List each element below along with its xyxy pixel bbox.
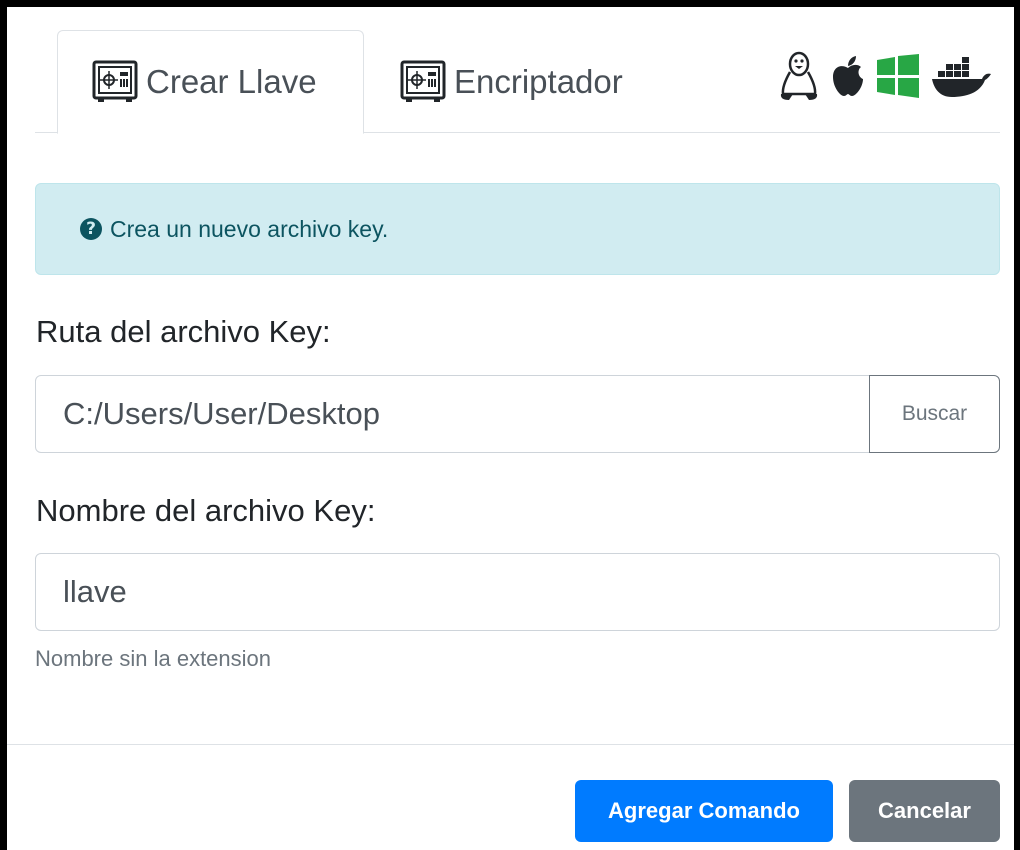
browse-button[interactable]: Buscar: [869, 375, 1000, 453]
footer-divider: [7, 744, 1014, 745]
alert-text: Crea un nuevo archivo key.: [110, 215, 389, 242]
tab-crear-llave[interactable]: Crear Llave: [57, 30, 364, 134]
name-input-value: llave: [63, 574, 127, 609]
path-input[interactable]: C:/Users/User/Desktop: [35, 375, 871, 453]
tab-label: Encriptador: [454, 63, 623, 100]
path-label: Ruta del archivo Key:: [36, 314, 331, 349]
linux-icon: [780, 51, 818, 100]
safe-icon: [400, 60, 446, 102]
tab-encriptador[interactable]: Encriptador: [363, 30, 693, 134]
name-help-text: Nombre sin la extension: [35, 646, 272, 671]
apple-icon: [833, 56, 863, 96]
name-input[interactable]: llave: [35, 553, 1000, 631]
windows-icon: [877, 54, 919, 98]
name-label: Nombre del archivo Key:: [36, 493, 376, 528]
add-command-button[interactable]: Agregar Comando: [575, 780, 833, 842]
tab-label: Crear Llave: [146, 63, 317, 100]
safe-icon: [92, 60, 138, 102]
tab-bar: Crear Llave Encriptador: [35, 30, 1000, 134]
question-circle-icon: ?: [80, 218, 102, 240]
cancel-button[interactable]: Cancelar: [849, 780, 1000, 842]
info-alert: ? Crea un nuevo archivo key.: [35, 183, 1000, 275]
path-input-value: C:/Users/User/Desktop: [63, 396, 380, 431]
os-icons: [778, 50, 992, 102]
docker-icon: [932, 57, 991, 97]
